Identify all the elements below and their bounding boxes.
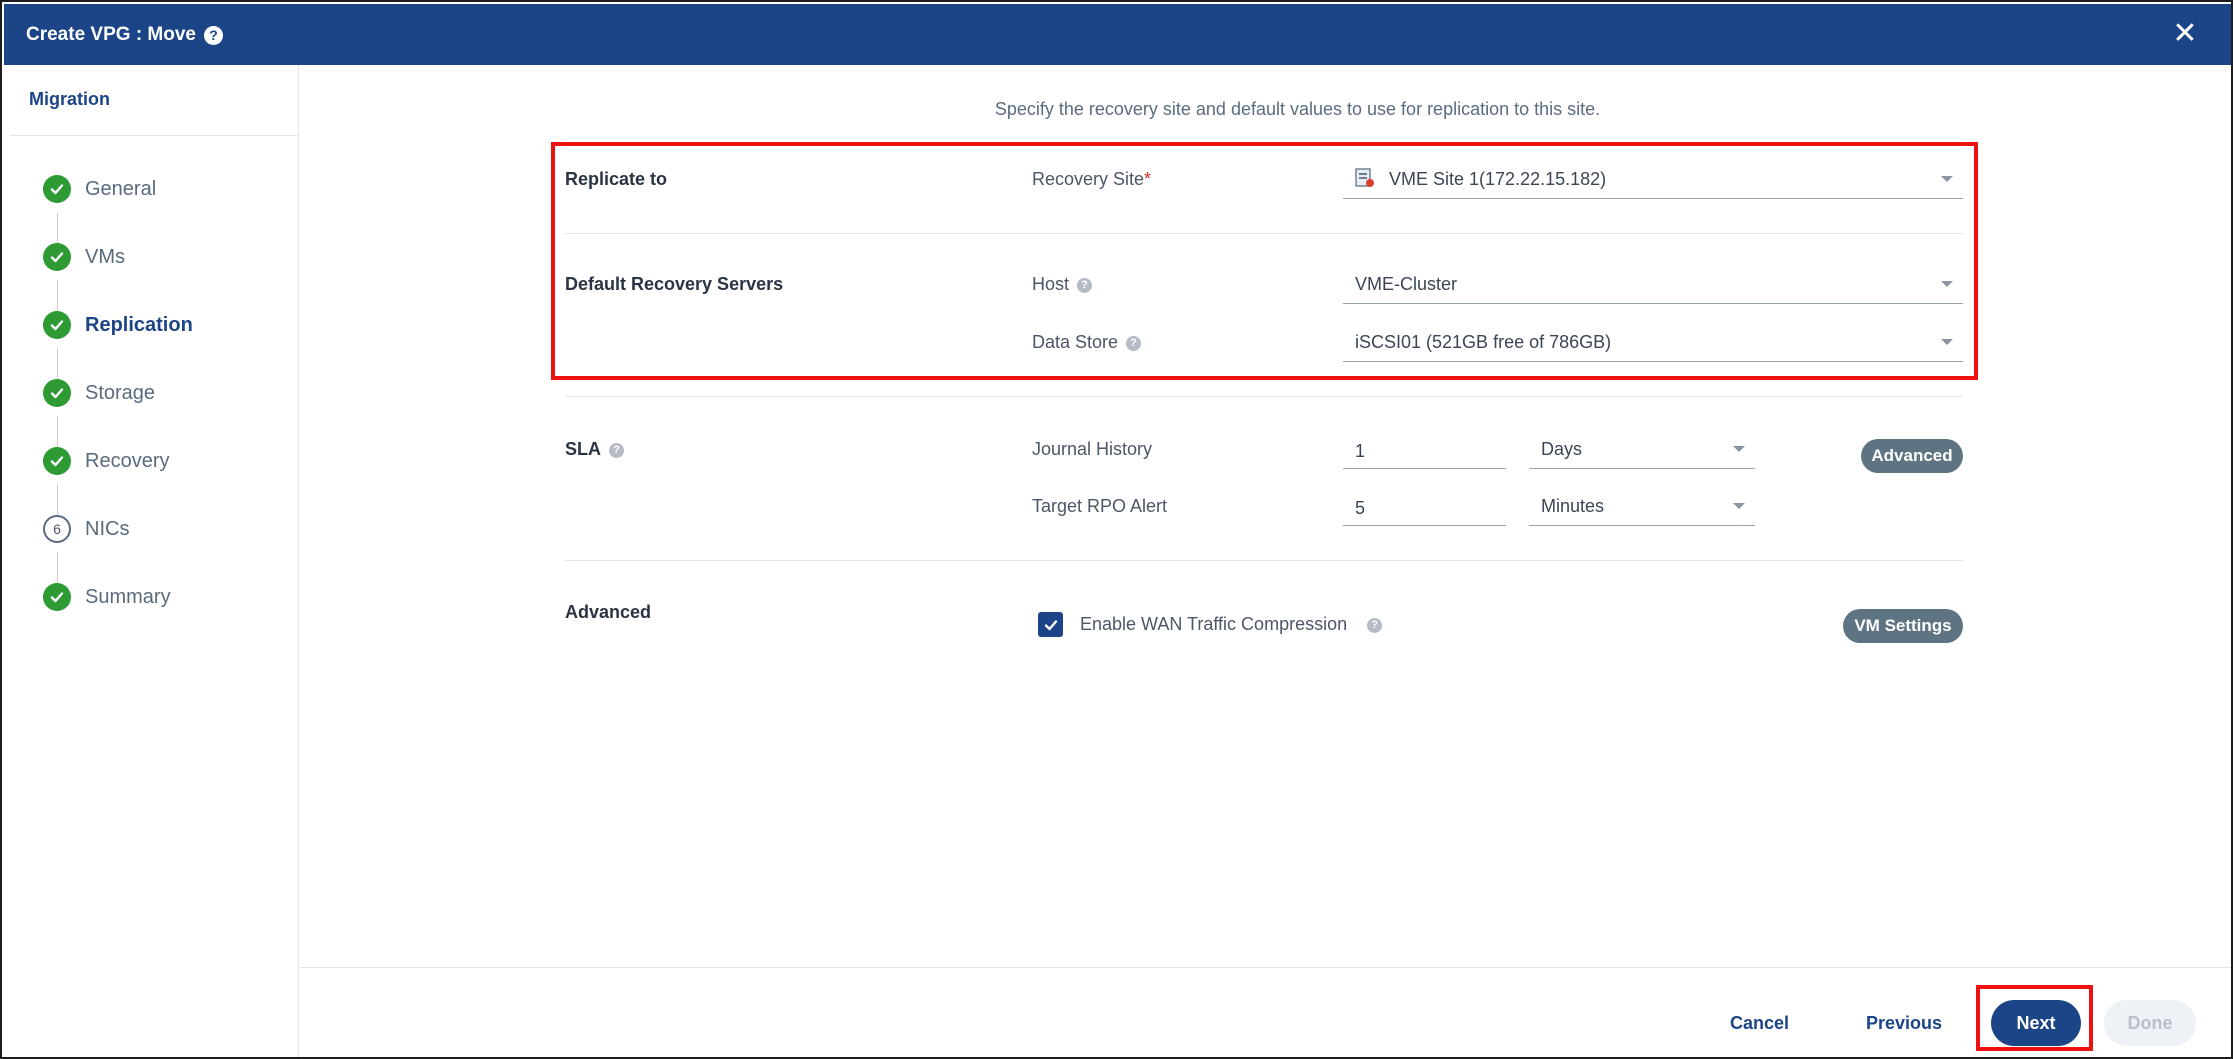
advanced-button[interactable]: Advanced xyxy=(1861,439,1963,473)
target-rpo-value: 5 xyxy=(1355,498,1366,518)
section-label-sla: SLA? xyxy=(565,439,624,460)
step-label: General xyxy=(85,177,157,200)
step-label: Summary xyxy=(85,585,171,608)
close-icon[interactable]: ✕ xyxy=(2167,16,2203,52)
divider xyxy=(565,396,1963,397)
help-icon[interactable]: ? xyxy=(1367,618,1383,633)
check-circle-icon xyxy=(43,175,71,203)
step-label: Replication xyxy=(85,313,193,336)
journal-history-input[interactable]: 1 xyxy=(1343,429,1506,469)
wan-compression-label: Enable WAN Traffic Compression? xyxy=(1080,614,1383,635)
check-circle-icon xyxy=(43,583,71,611)
dialog-header: Create VPG : Move ? ✕ xyxy=(4,4,2231,65)
step-connector xyxy=(57,280,58,314)
step-connector xyxy=(57,348,58,382)
check-circle-icon xyxy=(43,243,71,271)
step-label: VMs xyxy=(85,245,125,268)
sidebar-heading: Migration xyxy=(29,89,110,109)
target-rpo-label: Target RPO Alert xyxy=(1032,496,1168,516)
step-summary[interactable]: Summary xyxy=(43,582,171,612)
cancel-button[interactable]: Cancel xyxy=(1730,1013,1789,1034)
step-vms[interactable]: VMs xyxy=(43,242,125,272)
check-circle-icon xyxy=(43,447,71,475)
check-circle-icon xyxy=(43,379,71,407)
section-label-advanced: Advanced xyxy=(565,602,652,622)
wizard-footer: Cancel Previous Next Done xyxy=(300,967,2231,1057)
chevron-down-icon xyxy=(1733,503,1745,509)
replication-form: Specify the recovery site and default va… xyxy=(300,65,2231,965)
vm-settings-button[interactable]: VM Settings xyxy=(1843,609,1963,643)
step-label: Storage xyxy=(85,381,156,404)
target-rpo-unit-select[interactable]: Minutes xyxy=(1529,486,1755,526)
dialog-title: Create VPG : Move xyxy=(26,24,196,45)
chevron-down-icon xyxy=(1733,446,1745,452)
step-nics[interactable]: 6 NICs xyxy=(43,514,129,544)
step-label: Recovery xyxy=(85,449,170,472)
target-rpo-input[interactable]: 5 xyxy=(1343,486,1506,526)
step-connector xyxy=(57,484,58,518)
help-icon[interactable]: ? xyxy=(204,26,223,45)
divider xyxy=(565,560,1963,561)
highlight-box xyxy=(551,142,1978,380)
step-number-icon: 6 xyxy=(43,515,71,543)
check-circle-icon xyxy=(43,311,71,339)
step-connector xyxy=(57,416,58,450)
wan-compression-checkbox[interactable] xyxy=(1038,612,1063,637)
previous-button[interactable]: Previous xyxy=(1866,1013,1942,1034)
highlight-box xyxy=(1976,985,2093,1051)
step-general[interactable]: General xyxy=(43,174,156,204)
wizard-sidebar: Migration General VMs Replication Storag… xyxy=(10,65,299,1057)
divider xyxy=(10,135,299,136)
help-icon[interactable]: ? xyxy=(609,443,624,458)
journal-history-unit-select[interactable]: Days xyxy=(1529,429,1755,469)
journal-history-label: Journal History xyxy=(1032,439,1153,459)
create-vpg-dialog: Create VPG : Move ? ✕ Migration General … xyxy=(0,0,2233,1059)
step-connector xyxy=(57,552,58,586)
step-recovery[interactable]: Recovery xyxy=(43,446,169,476)
target-rpo-unit-value: Minutes xyxy=(1541,496,1605,516)
step-label: NICs xyxy=(85,517,130,540)
step-replication[interactable]: Replication xyxy=(43,310,193,340)
done-button[interactable]: Done xyxy=(2104,1000,2196,1046)
journal-history-unit-value: Days xyxy=(1541,439,1583,459)
checkmark-icon xyxy=(1044,619,1057,630)
journal-history-value: 1 xyxy=(1355,441,1366,461)
intro-text: Specify the recovery site and default va… xyxy=(994,99,1601,119)
step-storage[interactable]: Storage xyxy=(43,378,155,408)
